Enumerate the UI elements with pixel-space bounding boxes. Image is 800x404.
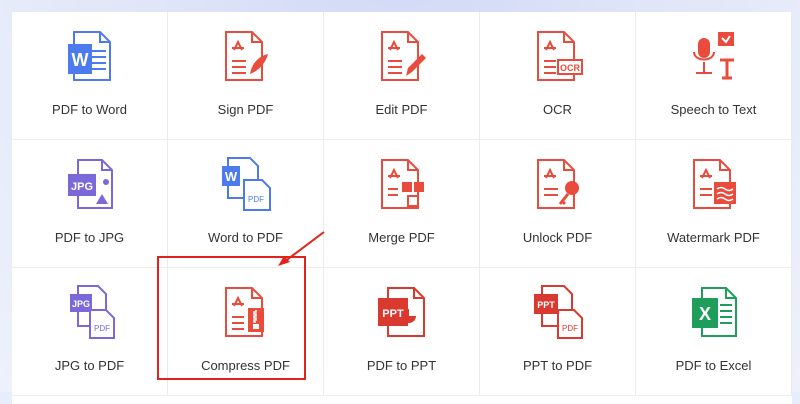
tool-sign-pdf[interactable]: Sign PDF: [168, 12, 324, 140]
tool-label: Compress PDF: [201, 358, 290, 373]
tool-jpg-to-pdf[interactable]: JPG PDF JPG to PDF: [12, 268, 168, 396]
tool-label: Merge PDF: [368, 230, 435, 245]
tool-label: PDF to Excel: [675, 358, 752, 373]
ppt-glyph: PPT: [382, 308, 404, 320]
tool-label: PDF to JPG: [54, 230, 125, 245]
tools-grid: W PDF to Word Sign PDF Edit PDF OCR OCR …: [12, 12, 792, 396]
tool-edit-pdf[interactable]: Edit PDF: [324, 12, 480, 140]
edit-pdf-icon: [374, 26, 430, 86]
watermark-pdf-icon: [686, 154, 742, 214]
ocr-icon: OCR: [530, 26, 586, 86]
jpg-glyph: JPG: [70, 181, 92, 193]
merge-pdf-icon: [374, 154, 430, 214]
compress-pdf-icon: [218, 282, 274, 342]
tool-ocr[interactable]: OCR OCR: [480, 12, 636, 140]
tool-label: PDF to PPT: [366, 358, 437, 373]
sign-pdf-icon: [218, 26, 274, 86]
tool-pdf-to-jpg[interactable]: JPG PDF to JPG: [12, 140, 168, 268]
tool-label: Sign PDF: [217, 102, 274, 117]
tool-label: PPT to PDF: [522, 358, 593, 373]
tools-panel: W PDF to Word Sign PDF Edit PDF OCR OCR …: [12, 12, 792, 404]
tool-label: OCR: [543, 102, 572, 117]
tool-label: Edit PDF: [375, 102, 428, 117]
tool-pdf-to-word[interactable]: W PDF to Word: [12, 12, 168, 140]
tool-watermark-pdf[interactable]: Watermark PDF: [636, 140, 792, 268]
jpg-glyph: JPG: [71, 299, 89, 309]
excel-glyph: X: [698, 304, 710, 324]
word-document-icon: W: [62, 26, 118, 86]
word-glyph: W: [71, 50, 88, 70]
tool-pdf-to-excel[interactable]: X PDF to Excel: [636, 268, 792, 396]
ppt-glyph: PPT: [537, 300, 555, 310]
pdf-glyph: PDF: [94, 324, 110, 333]
powerpoint-icon: PPT: [374, 282, 430, 342]
word-to-pdf-icon: W PDF: [218, 154, 274, 214]
tool-compress-pdf[interactable]: Compress PDF: [168, 268, 324, 396]
jpg-image-icon: JPG: [62, 154, 118, 214]
tool-label: Word to PDF: [208, 230, 283, 245]
ppt-to-pdf-icon: PPT PDF: [530, 282, 586, 342]
pdf-glyph: PDF: [248, 195, 264, 204]
ocr-glyph: OCR: [560, 63, 581, 73]
unlock-pdf-icon: [530, 154, 586, 214]
tool-label: Unlock PDF: [522, 230, 593, 245]
tool-merge-pdf[interactable]: Merge PDF: [324, 140, 480, 268]
tool-speech-to-text[interactable]: Speech to Text: [636, 12, 792, 140]
tool-pdf-to-ppt[interactable]: PPT PDF to PPT: [324, 268, 480, 396]
tool-ppt-to-pdf[interactable]: PPT PDF PPT to PDF: [480, 268, 636, 396]
tool-word-to-pdf[interactable]: W PDF Word to PDF: [168, 140, 324, 268]
tool-label: PDF to Word: [52, 102, 127, 117]
excel-icon: X: [686, 282, 742, 342]
pdf-glyph: PDF: [562, 324, 578, 333]
tool-label: JPG to PDF: [54, 358, 125, 373]
tool-label: Speech to Text: [670, 102, 757, 117]
tool-label: Watermark PDF: [667, 230, 760, 245]
tool-unlock-pdf[interactable]: Unlock PDF: [480, 140, 636, 268]
jpg-to-pdf-icon: JPG PDF: [62, 282, 118, 342]
speech-to-text-icon: [686, 26, 742, 86]
word-glyph: W: [224, 169, 237, 184]
